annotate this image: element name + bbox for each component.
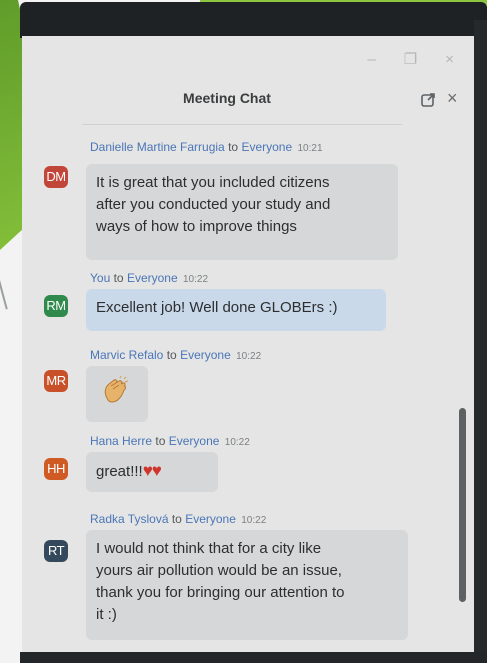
message-bubble[interactable]: It is great that you included citizens a… bbox=[86, 164, 398, 260]
to-word: to bbox=[155, 434, 166, 448]
to-word: to bbox=[171, 512, 182, 526]
meeting-chat-window: – ❐ × Meeting Chat × Danielle Martine Fa… bbox=[22, 36, 474, 652]
message-time: 10:22 bbox=[241, 515, 267, 526]
monitor-bezel-top bbox=[20, 2, 487, 38]
sender-name: Radka Tyslová bbox=[90, 512, 169, 526]
window-close-button[interactable]: × bbox=[445, 52, 454, 68]
to-word: to bbox=[228, 140, 239, 154]
recipient-name: Everyone bbox=[180, 348, 231, 362]
restore-button[interactable]: ❐ bbox=[404, 52, 417, 68]
avatar[interactable]: HH bbox=[44, 458, 68, 480]
message-text: great!!! bbox=[96, 463, 143, 480]
sender-name: Hana Herre bbox=[90, 434, 153, 448]
message-time: 10:22 bbox=[183, 274, 209, 285]
minimize-button[interactable]: – bbox=[367, 52, 375, 68]
monitor-bezel-bottom bbox=[20, 652, 487, 663]
popout-icon[interactable] bbox=[420, 92, 436, 108]
message-header: Radka Tyslová to Everyone 10:22 bbox=[90, 512, 266, 526]
recipient-name: Everyone bbox=[126, 271, 178, 285]
clap-emoji-icon bbox=[104, 376, 129, 403]
chat-title: Meeting Chat bbox=[183, 90, 271, 106]
message-text: Excellent job! Well done GLOBErs :) bbox=[96, 299, 338, 316]
sender-name: Danielle Martine Farrugia bbox=[90, 140, 225, 154]
message-header: Danielle Martine Farrugia to Everyone 10… bbox=[90, 140, 323, 154]
monitor-bezel-right bbox=[474, 20, 487, 663]
message-bubble[interactable] bbox=[86, 366, 148, 422]
header-divider bbox=[82, 124, 402, 125]
message-time: 10:22 bbox=[236, 351, 262, 362]
chat-header: Meeting Chat × bbox=[22, 88, 474, 118]
message-time: 10:21 bbox=[297, 143, 323, 154]
recipient-name: Everyone bbox=[241, 140, 293, 154]
own-message-bubble[interactable]: Excellent job! Well done GLOBErs :) bbox=[86, 289, 386, 331]
message-time: 10:22 bbox=[224, 437, 250, 448]
message-bubble[interactable]: great!!!♥♥ bbox=[86, 452, 218, 492]
window-controls: – ❐ × bbox=[367, 52, 454, 68]
avatar[interactable]: RT bbox=[44, 540, 68, 562]
to-word: to bbox=[166, 348, 177, 362]
avatar[interactable]: DM bbox=[44, 166, 68, 188]
message-header: You to Everyone 10:22 bbox=[90, 271, 208, 285]
scrollbar-thumb[interactable] bbox=[459, 408, 466, 602]
avatar[interactable]: RM bbox=[44, 295, 68, 317]
message-header: Hana Herre to Everyone 10:22 bbox=[90, 434, 250, 448]
sender-name: Marvic Refalo bbox=[90, 348, 164, 362]
message-bubble[interactable]: I would not think that for a city like y… bbox=[86, 530, 408, 640]
heart-emoji-icon: ♥♥ bbox=[142, 461, 162, 480]
avatar[interactable]: MR bbox=[44, 370, 68, 392]
message-header: Marvic Refalo to Everyone 10:22 bbox=[90, 348, 261, 362]
close-icon[interactable]: × bbox=[447, 88, 458, 108]
sender-name: You bbox=[90, 271, 111, 285]
recipient-name: Everyone bbox=[185, 512, 236, 526]
recipient-name: Everyone bbox=[168, 434, 220, 448]
message-text: I would not think that for a city like y… bbox=[96, 540, 345, 623]
to-word: to bbox=[113, 271, 124, 285]
message-text: It is great that you included citizens a… bbox=[96, 174, 331, 235]
